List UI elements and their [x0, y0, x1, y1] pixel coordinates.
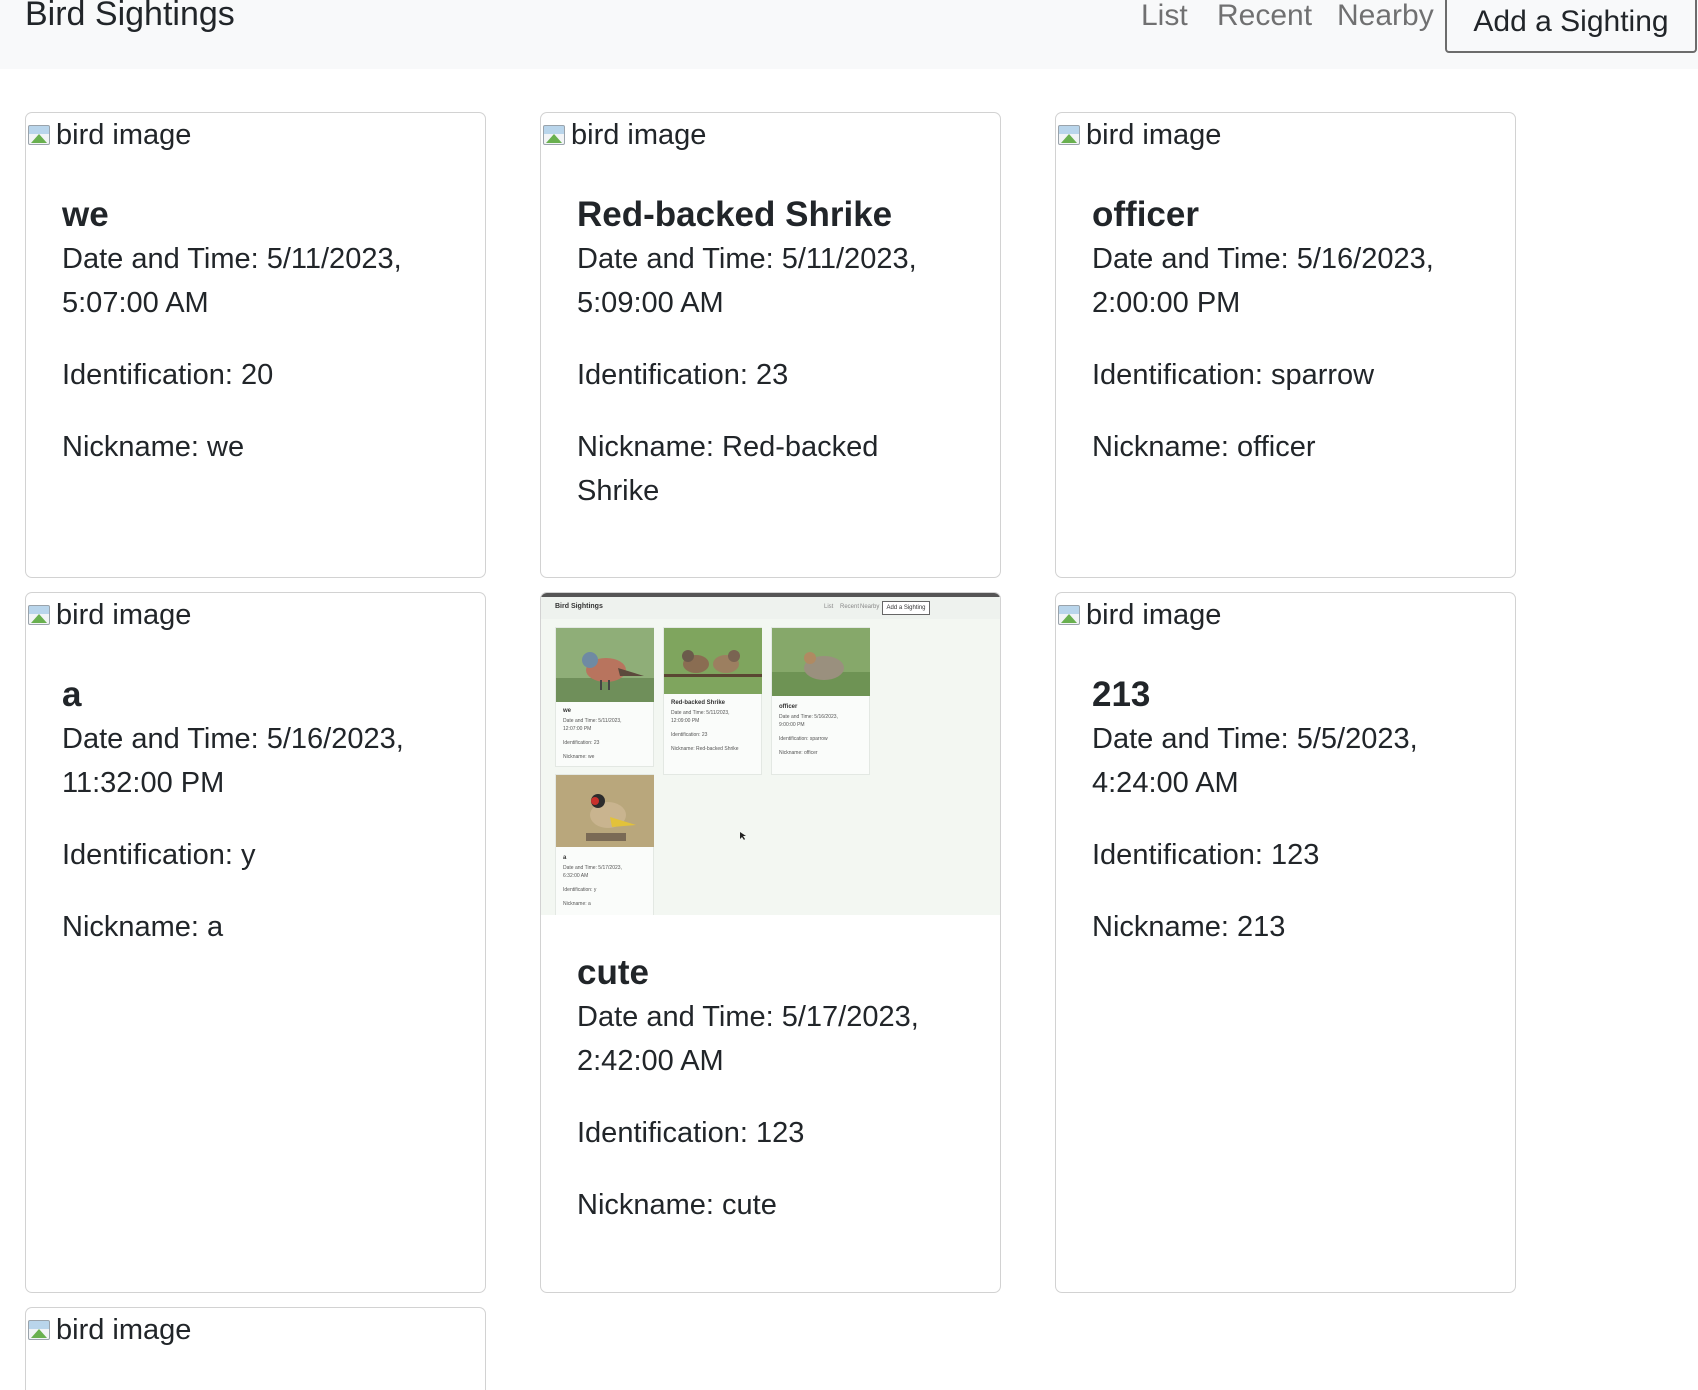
date-time: Date and Time: 5/17/2023, 2:42:00 AM [577, 1001, 919, 1077]
image-alt-text: bird image [56, 118, 192, 151]
card-title: officer [1092, 195, 1199, 234]
thumbnail-card: officer Date and Time: 5/16/2023, 9:00:0… [771, 627, 870, 775]
thumbnail-card-title: we [563, 708, 572, 714]
partridge-photo [772, 628, 870, 696]
navbar: Bird Sightings List Recent Nearby Add a … [0, 0, 1698, 69]
add-sighting-button[interactable]: Add a Sighting [1445, 0, 1697, 53]
thumbnail-text: Nickname: we [563, 754, 595, 760]
nickname: Nickname: cute [577, 1189, 777, 1221]
image-alt-text: bird image [1086, 598, 1222, 631]
date-time: Date and Time: 5/11/2023, 5:07:00 AM [62, 243, 402, 319]
thumbnail-text: Identification: sparrow [779, 736, 828, 742]
card-title: Red-backed Shrike [577, 195, 893, 234]
image-alt-text: bird image [56, 1313, 192, 1346]
image-alt-text: bird image [571, 118, 707, 151]
bird-image: bird image [26, 593, 191, 637]
nickname: Nickname: Red-backed Shrike [577, 431, 879, 507]
thumbnail-text: Nickname: a [563, 901, 591, 907]
thumbnail-text: Date and Time: 5/16/2023, [779, 714, 838, 720]
broken-image-icon [1056, 121, 1084, 149]
thumbnail-nav-list: List [824, 604, 834, 610]
bird-image: bird image [1056, 593, 1221, 637]
date-time: Date and Time: 5/5/2023, 4:24:00 AM [1092, 723, 1418, 799]
bird-image: bird image [1056, 113, 1221, 157]
thumbnail-text: 9:00:00 PM [779, 722, 805, 728]
thumbnail-card-title: Red-backed Shrike [671, 700, 726, 706]
nav-link-recent[interactable]: Recent [1217, 0, 1312, 36]
bird-image: Bird Sightings List Recent Nearby Add a … [541, 593, 1000, 915]
nickname: Nickname: we [62, 431, 245, 463]
thumbnail-text: Nickname: officer [779, 750, 818, 756]
broken-image-icon [26, 601, 54, 629]
identification: Identification: 123 [577, 1117, 805, 1149]
thumbnail-card-title: a [563, 855, 567, 861]
brand-title[interactable]: Bird Sightings [25, 0, 235, 34]
date-time: Date and Time: 5/11/2023, 5:09:00 AM [577, 243, 917, 319]
sparrows-photo [664, 628, 762, 694]
thumbnail-text: 12:07:00 PM [563, 726, 592, 732]
identification: Identification: sparrow [1092, 359, 1375, 391]
broken-image-icon [26, 121, 54, 149]
thumbnail-text: 6:32:00 AM [563, 873, 589, 879]
thumbnail-text: Identification: 23 [671, 732, 708, 738]
thumbnail-add-button: Add a Sighting [882, 601, 930, 615]
image-alt-text: bird image [1086, 118, 1222, 151]
sighting-card[interactable]: bird image [25, 1307, 486, 1390]
bird-image: bird image [26, 1308, 191, 1352]
nav-link-list[interactable]: List [1141, 0, 1188, 36]
card-title: 213 [1092, 675, 1151, 714]
thumbnail-card: Red-backed Shrike Date and Time: 5/11/20… [663, 627, 762, 775]
thumbnail-text: Date and Time: 5/11/2023, [563, 718, 622, 724]
nickname: Nickname: a [62, 911, 224, 943]
chaffinch-photo [556, 628, 654, 702]
nickname: Nickname: 213 [1092, 911, 1286, 943]
thumbnail-text: Identification: y [563, 887, 597, 893]
thumbnail-card: a Date and Time: 5/17/2023, 6:32:00 AM I… [555, 774, 654, 915]
thumbnail-brand: Bird Sightings [555, 603, 603, 610]
thumbnail-text: Date and Time: 5/11/2023, [671, 710, 730, 716]
card-title: we [62, 195, 109, 234]
thumbnail-navbar [541, 597, 1000, 619]
mouse-cursor-icon [740, 832, 746, 840]
identification: Identification: 123 [1092, 839, 1320, 871]
thumbnail-text: Date and Time: 5/17/2023, [563, 865, 622, 871]
sighting-card[interactable]: bird image a Date and Time: 5/16/2023, 11… [25, 592, 486, 1293]
nickname: Nickname: officer [1092, 431, 1316, 463]
sighting-card[interactable]: bird image officer Date and Time: 5/16/2… [1055, 112, 1516, 578]
identification: Identification: 23 [577, 359, 789, 391]
date-time: Date and Time: 5/16/2023, 2:00:00 PM [1092, 243, 1434, 319]
sighting-card[interactable]: bird image 213 Date and Time: 5/5/2023, 4… [1055, 592, 1516, 1293]
bird-image: bird image [541, 113, 706, 157]
bird-image: bird image [26, 113, 191, 157]
thumbnail-card: we Date and Time: 5/11/2023, 12:07:00 PM… [555, 627, 654, 767]
sighting-card[interactable]: Bird Sightings List Recent Nearby Add a … [540, 592, 1001, 1293]
thumbnail-text: Nickname: Red-backed Shrike [671, 746, 739, 752]
card-title: a [62, 675, 82, 714]
broken-image-icon [541, 121, 569, 149]
broken-image-icon [26, 1316, 54, 1344]
thumbnail-nav-nearby: Nearby [860, 604, 880, 610]
nav-link-nearby[interactable]: Nearby [1337, 0, 1434, 36]
image-alt-text: bird image [56, 598, 192, 631]
thumbnail-text: Identification: 23 [563, 740, 600, 746]
sighting-card[interactable]: bird image Red-backed Shrike Date and Ti… [540, 112, 1001, 578]
identification: Identification: y [62, 839, 256, 871]
sighting-card[interactable]: bird image we Date and Time: 5/11/2023, 5… [25, 112, 486, 578]
card-title: cute [577, 953, 649, 992]
goldfinch-photo [556, 775, 654, 847]
thumbnail-card-title: officer [779, 704, 798, 710]
identification: Identification: 20 [62, 359, 274, 391]
thumbnail-text: 12:09:00 PM [671, 718, 700, 724]
date-time: Date and Time: 5/16/2023, 11:32:00 PM [62, 723, 404, 799]
broken-image-icon [1056, 601, 1084, 629]
thumbnail-nav-recent: Recent [840, 604, 860, 610]
